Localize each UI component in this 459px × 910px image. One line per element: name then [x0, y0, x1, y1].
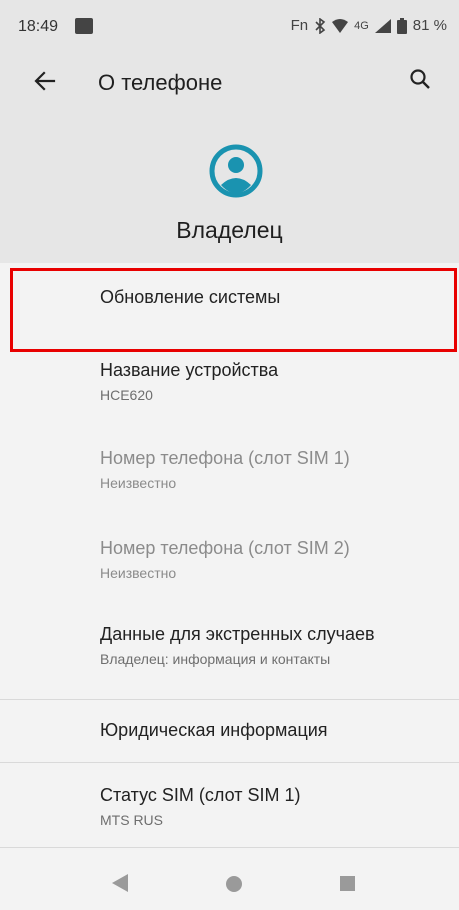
search-button[interactable] — [403, 64, 437, 98]
status-bar: 18:49 Fn 4G 81 % — [0, 0, 459, 50]
list-item-value: Неизвестно — [100, 475, 177, 491]
arrow-left-icon — [34, 70, 56, 97]
nav-home-icon[interactable] — [226, 876, 242, 892]
list-item-phone-sim1[interactable]: Номер телефона (слот SIM 1) Неизвестно — [0, 440, 459, 530]
notification-icon — [75, 18, 93, 34]
page-title: О телефоне — [98, 70, 223, 95]
list-item-value: MTS RUS — [100, 812, 163, 828]
owner-name: Владелец — [176, 217, 283, 243]
search-icon — [409, 68, 431, 95]
divider — [0, 847, 459, 848]
list-item-sim-status[interactable]: Статус SIM (слот SIM 1) MTS RUS — [0, 763, 459, 847]
list-item-value: HCE620 — [100, 387, 153, 403]
settings-list: Обновление системы Название устройства H… — [0, 263, 459, 848]
list-item-value: Неизвестно — [100, 565, 177, 581]
list-item-label: Название устройства — [100, 360, 279, 380]
fn-label: Fn — [290, 17, 309, 34]
list-item-label: Статус SIM (слот SIM 1) — [100, 785, 301, 805]
network-type: 4G — [354, 19, 369, 32]
navigation-bar — [0, 858, 459, 910]
list-item-label: Данные для экстренных случаев — [100, 624, 375, 644]
status-icons: Fn 4G 81 % — [291, 17, 447, 34]
list-item-phone-sim2[interactable]: Номер телефона (слот SIM 2) Неизвестно — [0, 530, 459, 620]
back-button[interactable] — [28, 66, 62, 100]
list-item-system-update[interactable]: Обновление системы — [0, 263, 459, 352]
list-item-emergency-info[interactable]: Данные для экстренных случаев Владелец: … — [0, 620, 459, 699]
status-time: 18:49 — [18, 18, 59, 35]
nav-back-icon[interactable] — [112, 874, 128, 897]
account-circle-icon — [208, 143, 264, 199]
list-item-device-name[interactable]: Название устройства HCE620 — [0, 352, 459, 440]
list-item-label: Номер телефона (слот SIM 1) — [100, 448, 350, 468]
list-item-label: Юридическая информация — [100, 720, 328, 740]
list-item-label: Номер телефона (слот SIM 2) — [100, 538, 350, 558]
screen: 18:49 Fn 4G 81 % О телефоне Владелец Обн… — [0, 0, 459, 910]
signal-icon — [374, 18, 391, 33]
battery-level: 81 % — [412, 17, 447, 34]
battery-icon — [396, 17, 407, 34]
bluetooth-icon — [314, 17, 326, 34]
list-item-label: Обновление системы — [100, 287, 281, 307]
list-item-legal-info[interactable]: Юридическая информация — [0, 700, 459, 762]
app-header: О телефоне Владелец — [0, 50, 459, 263]
nav-recents-icon[interactable] — [340, 876, 355, 891]
list-item-value: Владелец: информация и контакты — [100, 651, 331, 667]
wifi-icon — [332, 18, 349, 33]
